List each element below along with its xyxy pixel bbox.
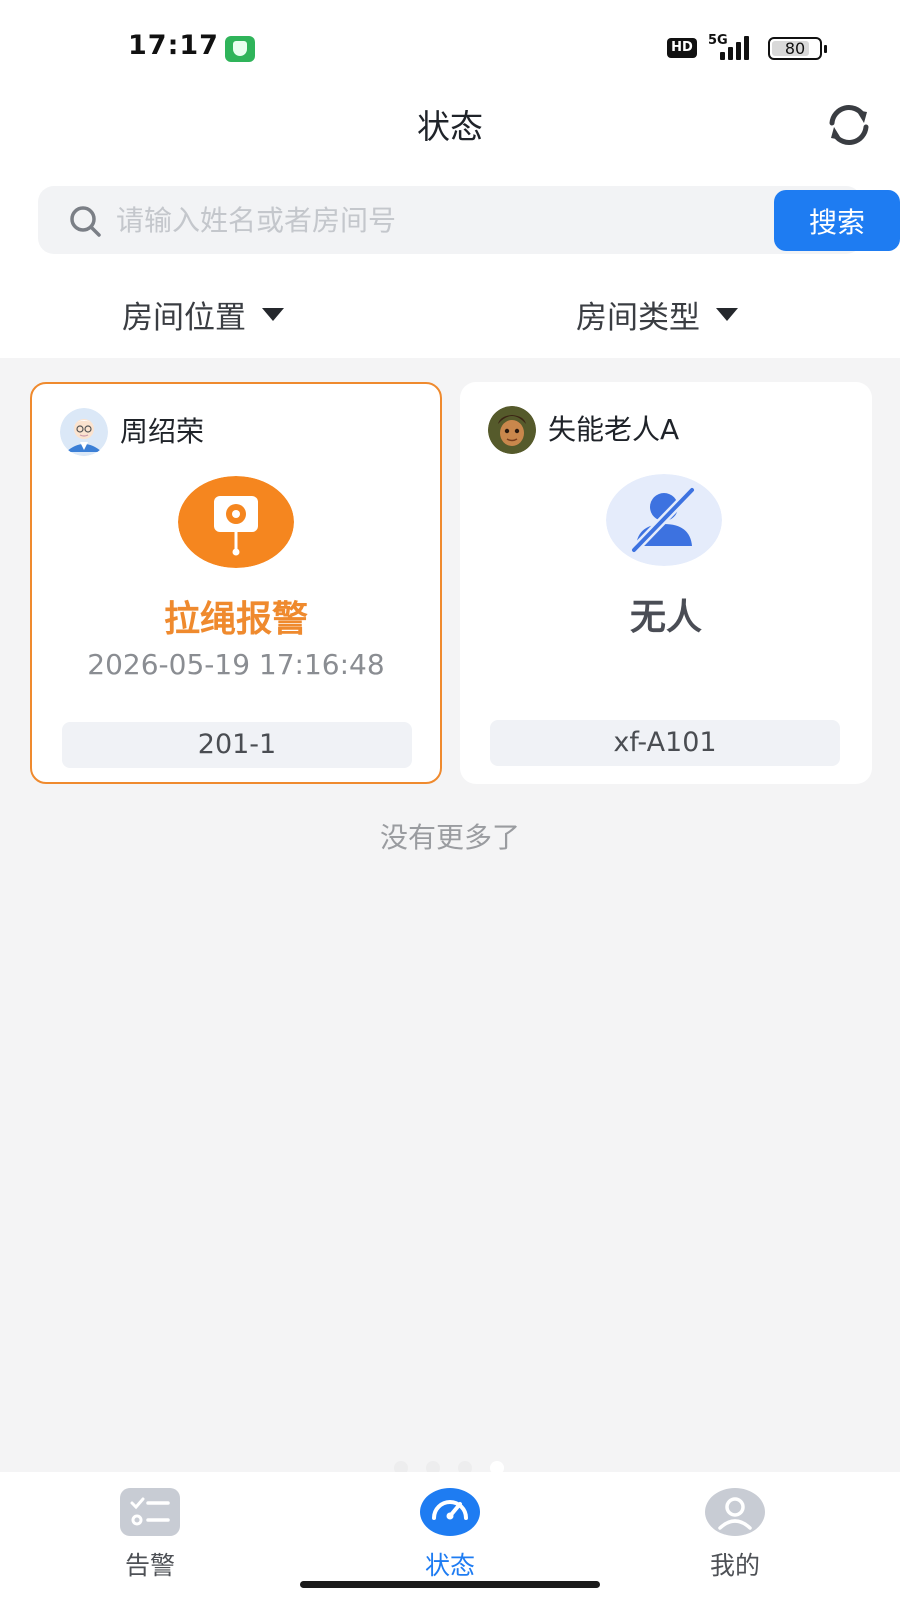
dashboard-gauge-icon <box>420 1488 480 1536</box>
alarm-list-icon <box>120 1488 180 1536</box>
room-number: 201-1 <box>62 722 412 768</box>
tab-label: 告警 <box>124 1551 175 1580</box>
search-button[interactable]: 搜索 <box>774 190 900 251</box>
tab-status[interactable]: 状态 <box>370 1480 530 1580</box>
room-card[interactable]: 失能老人A 无人 xf-A101 <box>460 382 872 784</box>
tab-label: 我的 <box>709 1551 760 1580</box>
refresh-icon[interactable] <box>823 102 875 148</box>
shield-app-icon <box>225 36 255 62</box>
status-bar: 17:17 HD 5G 80 <box>0 0 900 95</box>
hd-badge: HD <box>667 38 697 58</box>
page-title: 状态 <box>417 107 483 146</box>
battery-icon: 80 <box>768 37 827 60</box>
room-number: xf-A101 <box>490 720 840 766</box>
room-location-label: 房间位置 <box>122 299 246 336</box>
room-card-alert[interactable]: 周绍荣 拉绳报警 2026-05-19 17:16:48 201-1 <box>30 382 442 784</box>
tab-profile[interactable]: 我的 <box>655 1480 815 1580</box>
room-type-label: 房间类型 <box>576 299 700 336</box>
caret-down-icon <box>262 307 284 321</box>
pull-cord-alarm-icon <box>178 476 294 568</box>
no-person-icon <box>606 474 722 566</box>
room-location-filter[interactable]: 房间位置 <box>122 290 284 338</box>
caret-down-icon <box>716 307 738 321</box>
elderly-man-avatar <box>60 408 108 456</box>
cartoon-character-avatar <box>488 406 536 454</box>
resident-name: 失能老人A <box>548 413 680 446</box>
no-more-text: 没有更多了 <box>379 821 520 854</box>
alarm-time: 2026-05-19 17:16:48 <box>87 648 385 681</box>
status-label: 无人 <box>629 597 702 638</box>
search-input[interactable] <box>116 186 756 254</box>
profile-icon <box>705 1488 765 1536</box>
resident-name: 周绍荣 <box>120 415 205 448</box>
status-label: 拉绳报警 <box>163 599 308 640</box>
search-bar: 搜索 <box>38 186 900 254</box>
signal-icon <box>720 36 756 60</box>
home-indicator[interactable] <box>300 1581 600 1588</box>
tab-label: 状态 <box>424 1551 475 1580</box>
room-type-filter[interactable]: 房间类型 <box>576 290 738 338</box>
search-icon <box>70 206 101 237</box>
status-time: 17:17 <box>128 30 219 61</box>
battery-level: 80 <box>784 39 806 58</box>
tab-alarms[interactable]: 告警 <box>70 1480 230 1580</box>
